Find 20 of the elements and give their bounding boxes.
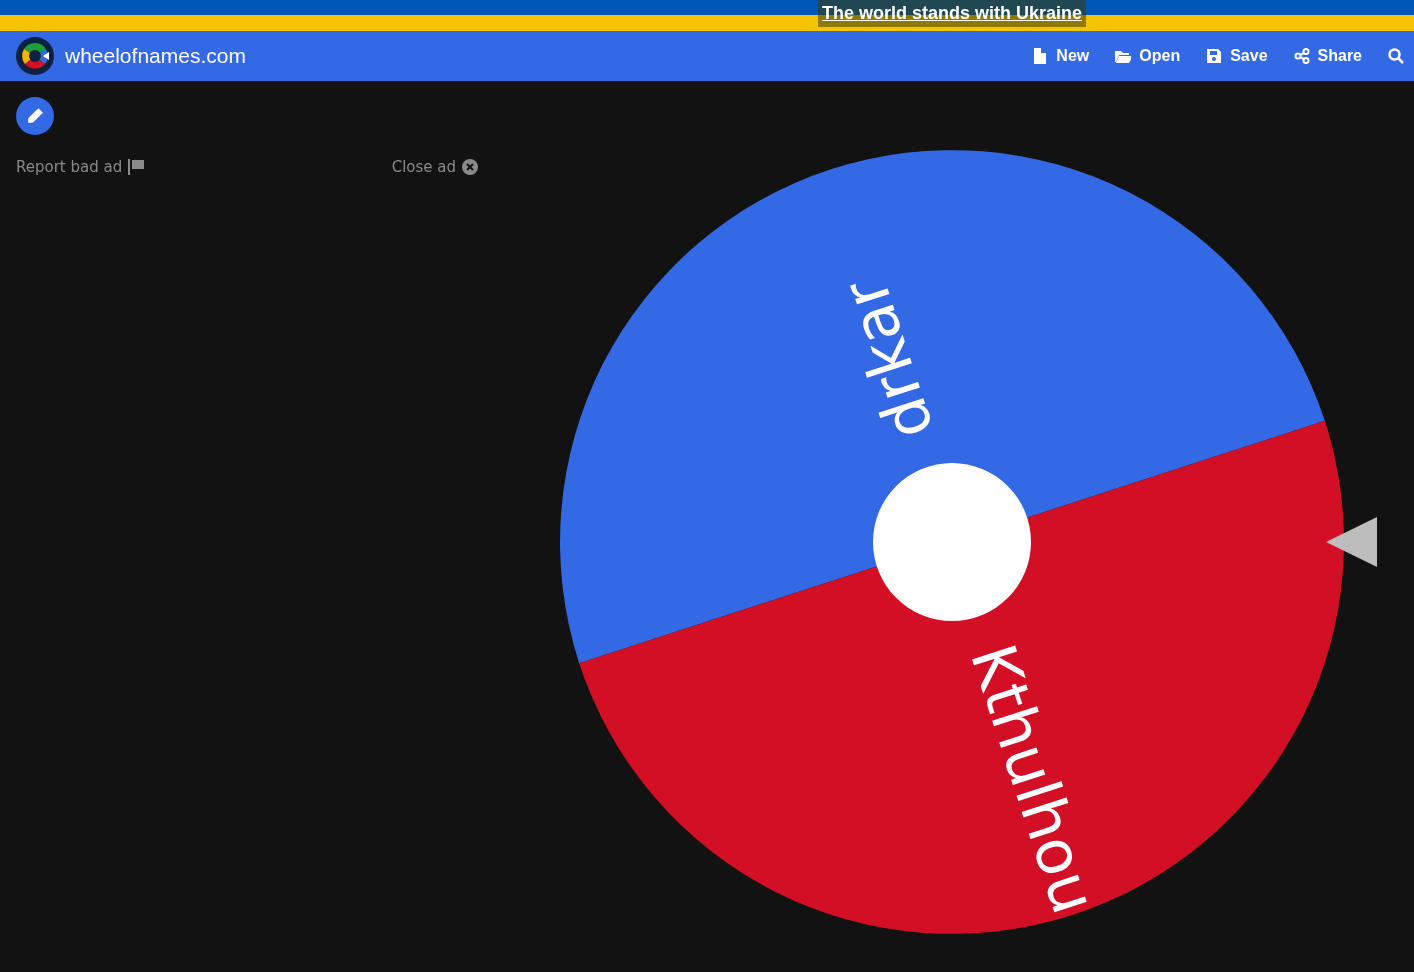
flag-icon [128,159,147,175]
edit-button[interactable] [16,97,54,135]
segment-label: drkar [828,270,948,449]
close-icon [462,159,478,175]
report-ad-button[interactable]: Report bad ad [16,158,147,176]
save-button[interactable]: Save [1204,43,1270,69]
wheel-center[interactable] [873,463,1031,621]
site-name[interactable]: wheelofnames.com [65,44,246,68]
folder-icon [1115,48,1132,64]
ukraine-banner-link[interactable]: The world stands with Ukraine [817,0,1086,27]
new-button[interactable]: New [1030,43,1092,69]
wheel-logo-icon[interactable] [16,37,54,75]
open-button[interactable]: Open [1113,43,1183,69]
pointer-icon [1326,517,1377,567]
pencil-icon [26,107,44,125]
share-icon [1293,48,1310,64]
close-ad-button[interactable]: Close ad [391,158,478,176]
share-button[interactable]: Share [1291,43,1364,69]
file-icon [1032,48,1049,64]
search-icon [1388,48,1404,64]
